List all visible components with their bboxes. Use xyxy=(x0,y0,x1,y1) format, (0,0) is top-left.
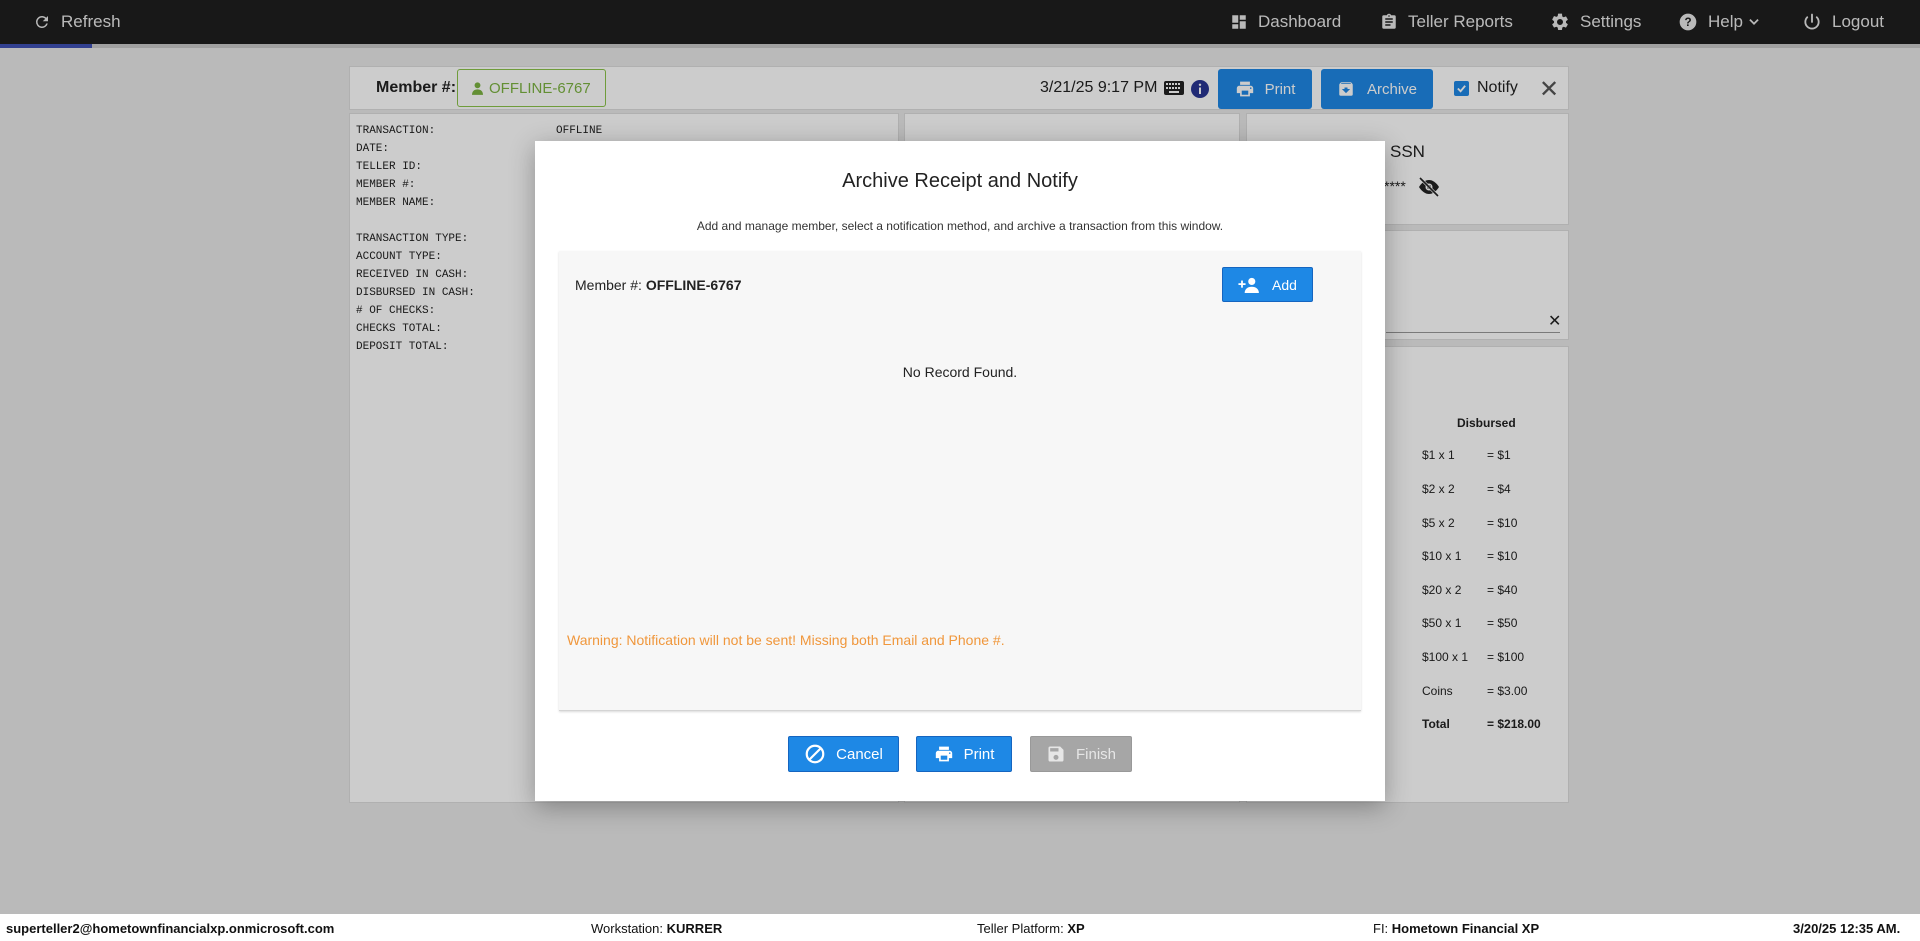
cancel-label: Cancel xyxy=(836,745,883,763)
printer-icon xyxy=(935,746,952,762)
finish-label: Finish xyxy=(1075,745,1116,763)
save-icon xyxy=(1048,746,1064,762)
status-bar: superteller2@hometownfinancialxp.onmicro… xyxy=(0,914,1920,941)
status-fi-label: FI: xyxy=(1373,921,1389,936)
status-fi-value: Hometown Financial XP xyxy=(1391,921,1540,936)
member-record-card: Member #: OFFLINE-6767 Add No Record Fou… xyxy=(559,251,1361,711)
empty-state-message: No Record Found. xyxy=(902,364,1018,380)
cancel-button[interactable]: Cancel xyxy=(788,736,899,772)
card-member-label: Member #: xyxy=(575,277,642,293)
card-member-info: Member #: OFFLINE-6767 xyxy=(575,277,742,293)
status-workstation-label: Workstation: xyxy=(591,921,664,936)
dialog-print-label: Print xyxy=(963,745,995,763)
status-fi: FI: Hometown Financial XP xyxy=(1373,921,1539,936)
status-workstation-value: KURRER xyxy=(666,921,723,936)
dialog-print-button[interactable]: Print xyxy=(916,736,1012,772)
add-label: Add xyxy=(1272,276,1297,293)
status-user: superteller2@hometownfinancialxp.onmicro… xyxy=(6,921,334,936)
archive-notify-dialog: Archive Receipt and Notify Add and manag… xyxy=(535,141,1385,801)
status-timestamp: 3/20/25 12:35 AM. xyxy=(1793,921,1900,936)
cancel-icon xyxy=(805,744,825,764)
add-member-button[interactable]: Add xyxy=(1222,267,1313,302)
status-platform-label: Teller Platform: xyxy=(977,921,1064,936)
status-platform-value: XP xyxy=(1067,921,1085,936)
add-person-icon xyxy=(1238,277,1259,293)
status-timestamp-value: 3/20/25 12:35 AM. xyxy=(1793,921,1901,936)
status-user-value: superteller2@hometownfinancialxp.onmicro… xyxy=(6,921,335,936)
dialog-title: Archive Receipt and Notify xyxy=(842,170,1078,192)
status-workstation: Workstation: KURRER xyxy=(591,921,722,936)
notification-warning: Warning: Notification will not be sent! … xyxy=(567,632,1005,648)
status-platform: Teller Platform: XP xyxy=(977,921,1085,936)
finish-button[interactable]: Finish xyxy=(1030,736,1132,772)
dialog-subtitle: Add and manage member, select a notifica… xyxy=(696,219,1224,233)
card-member-number: OFFLINE-6767 xyxy=(645,277,742,293)
